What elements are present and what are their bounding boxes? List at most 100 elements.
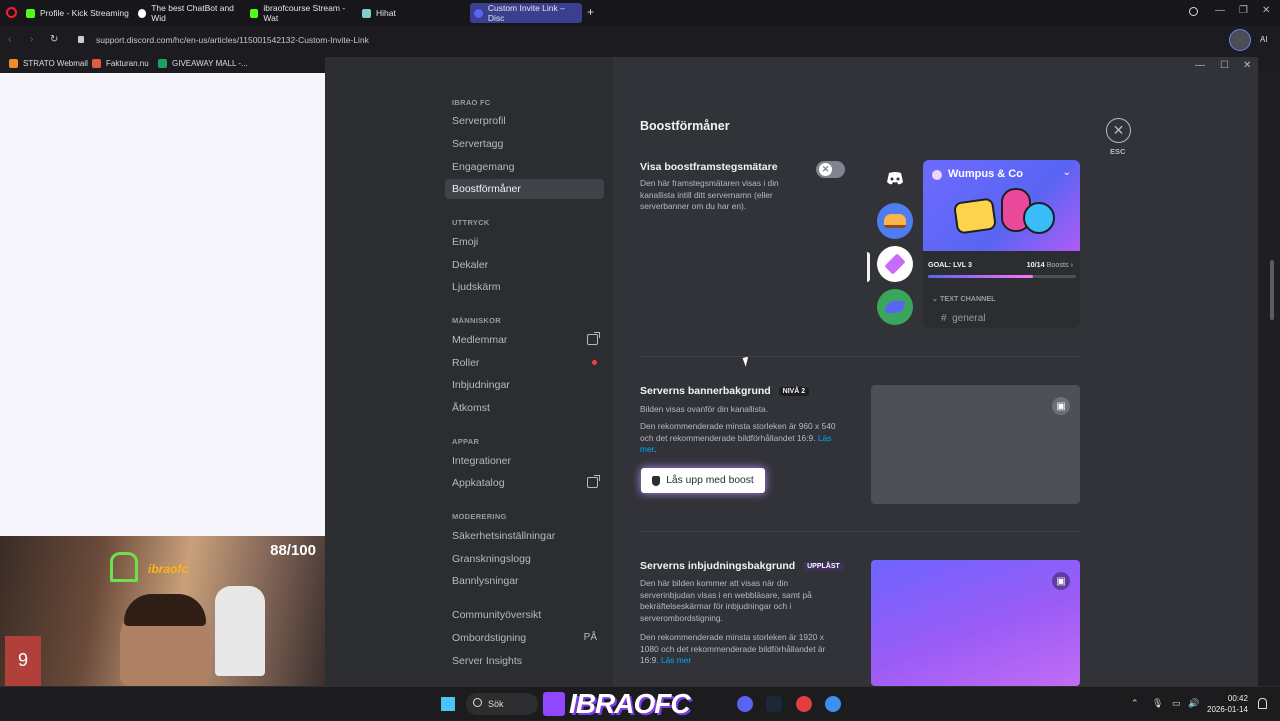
network-icon[interactable]: ▭ — [1172, 698, 1181, 709]
close-settings-button[interactable]: ✕ — [1106, 118, 1131, 143]
desc-line: mer. — [640, 444, 836, 456]
sidebar-item-serverprofil[interactable]: Serverprofil — [445, 111, 604, 131]
minimize-icon[interactable]: — — [1215, 5, 1225, 16]
sidebar-item-inbjudningar[interactable]: Inbjudningar — [445, 375, 604, 395]
system-clock[interactable]: 00:42 2026-01-14 — [1207, 693, 1248, 715]
search-icon[interactable] — [1189, 7, 1198, 16]
bookmark[interactable]: GIVEAWAY MALL -... — [158, 59, 248, 68]
desc-line: Den här bilden kommer att visas när din — [640, 578, 789, 588]
browser-tab[interactable]: The best ChatBot and Wid — [134, 3, 242, 23]
sidebar-item-engagemang[interactable]: Engagemang — [445, 157, 604, 177]
desc-line: 16:9. Läs mer — [640, 655, 825, 667]
sidebar-item-atkomst[interactable]: Åtkomst — [445, 398, 604, 418]
steam-taskbar-icon[interactable] — [766, 696, 782, 712]
twitch-icon — [543, 692, 565, 716]
app-taskbar-icon[interactable] — [796, 696, 812, 712]
banner-image-preview[interactable]: ▣ — [871, 385, 1080, 504]
jersey: 9 — [5, 636, 41, 686]
back-icon[interactable]: ‹ — [8, 34, 11, 45]
upload-image-icon[interactable]: ▣ — [1052, 572, 1070, 590]
page-scrollbar[interactable] — [1270, 260, 1274, 320]
boost-gem-icon — [652, 475, 661, 486]
opera-logo-icon[interactable] — [6, 7, 17, 18]
browser-tab[interactable]: Profile - Kick Streaming — [22, 3, 130, 23]
gem-server-icon — [877, 246, 913, 282]
web-page-background — [0, 73, 325, 536]
sidebar-item-granskningslogg[interactable]: Granskningslogg — [445, 549, 604, 569]
progress-bar-toggle[interactable]: ✕ — [816, 161, 845, 178]
maximize-icon[interactable]: ❐ — [1239, 5, 1248, 16]
ai-icon[interactable]: AI — [1260, 35, 1268, 44]
server-name: Wumpus & Co — [948, 168, 1023, 180]
windows-start-icon[interactable] — [441, 697, 455, 711]
fakturan-icon — [92, 59, 101, 68]
browser-tab[interactable]: Hihat — [358, 3, 458, 23]
giveaway-icon — [158, 59, 167, 68]
server-preview-card: Wumpus & Co ⌄ GOAL: LVL 3 10/14 Boosts ›… — [923, 160, 1080, 328]
chatbot-icon — [138, 8, 147, 18]
read-more-link[interactable]: Läs — [818, 433, 832, 443]
brand-text: IBRAOFC — [569, 688, 691, 719]
read-more-link[interactable]: mer — [640, 444, 654, 454]
kick-icon — [250, 8, 259, 18]
sidebar-item-ombordstigning[interactable]: Ombordstigning PÅ — [445, 628, 604, 648]
clock-time: 00:42 — [1227, 694, 1248, 703]
sidebar-item-sakerhetsinstallningar[interactable]: Säkerhetsinställningar — [445, 526, 604, 546]
desc-text: 16:9. — [640, 655, 659, 665]
taskbar-search[interactable]: Sök — [466, 693, 538, 715]
upload-image-icon[interactable]: ▣ — [1052, 397, 1070, 415]
sidebar-item-ljudskarm[interactable]: Ljudskärm — [445, 277, 604, 297]
mouse-cursor — [742, 356, 752, 367]
invite-bg-title: Serverns inbjudningsbakgrund UPPLÅST — [640, 560, 844, 572]
close-icon: ✕ — [1112, 122, 1125, 138]
unlock-with-boost-button[interactable]: Lås upp med boost — [641, 468, 765, 493]
sidebar-item-servertagg[interactable]: Servertagg — [445, 134, 604, 154]
microphone-icon[interactable]: 🎙 — [1152, 698, 1163, 709]
sidebar-item-label: Roller — [452, 357, 480, 369]
browser-tab-strip: Profile - Kick Streaming The best ChatBo… — [0, 0, 1280, 26]
sidebar-item-label: Ombordstigning — [452, 632, 527, 644]
forward-icon[interactable]: › — [30, 34, 33, 45]
desc-text: . — [653, 444, 657, 454]
app-taskbar-icon[interactable] — [825, 696, 841, 712]
sidebar-item-roller[interactable]: Roller — [445, 353, 604, 373]
tab-title: Custom Invite Link – Disc — [487, 3, 565, 23]
sidebar-item-appkatalog[interactable]: Appkatalog — [445, 473, 604, 493]
sidebar-item-emoji[interactable]: Emoji — [445, 232, 604, 252]
section-header: MODERERING — [452, 512, 507, 521]
invite-bg-description: Den här bilden kommer att visas när din … — [640, 578, 812, 624]
section-divider — [640, 531, 1080, 532]
bookmark-label: GIVEAWAY MALL -... — [172, 59, 248, 68]
volume-icon[interactable]: 🔊 — [1188, 698, 1199, 709]
new-tab-icon[interactable]: + — [587, 5, 594, 19]
browser-tab-active[interactable]: Custom Invite Link – Disc — [470, 3, 582, 23]
reload-icon[interactable]: ↻ — [50, 34, 58, 45]
strato-icon — [9, 59, 18, 68]
tray-chevron-icon[interactable]: ⌃ — [1131, 698, 1139, 709]
sidebar-item-label: Medlemmar — [452, 334, 508, 346]
hihat-icon — [362, 8, 371, 18]
sidebar-item-server-insights[interactable]: Server Insights — [445, 651, 604, 671]
read-more-link[interactable]: Läs mer — [661, 655, 691, 665]
sidebar-item-boostformaner[interactable]: Boostförmåner — [445, 179, 604, 199]
sidebar-item-dekaler[interactable]: Dekaler — [445, 255, 604, 275]
sidebar-item-communityoversikt[interactable]: Communityöversikt — [445, 605, 604, 625]
sidebar-item-bannlysningar[interactable]: Bannlysningar — [445, 571, 604, 591]
sidebar-item-integrationer[interactable]: Integrationer — [445, 451, 604, 471]
tab-title: Hihat — [376, 8, 396, 18]
bookmark[interactable]: Fakturan.nu — [92, 59, 149, 68]
boost-count-value: 10/14 — [1026, 260, 1045, 269]
discord-taskbar-icon[interactable] — [737, 696, 753, 712]
sidebar-item-medlemmar[interactable]: Medlemmar — [445, 330, 604, 350]
bookmark[interactable]: STRATO Webmail — [9, 59, 88, 68]
invite-image-preview[interactable]: ▣ — [871, 560, 1080, 686]
browser-tab[interactable]: ibraofcourse Stream - Wat — [246, 3, 356, 23]
profile-avatar[interactable] — [1229, 29, 1251, 51]
close-window-icon[interactable]: ✕ — [1262, 5, 1270, 16]
notifications-icon[interactable] — [1258, 698, 1267, 709]
url-field[interactable]: support.discord.com/hc/en-us/articles/11… — [96, 35, 369, 45]
desc-text: och det rekommenderade bildförhållandet … — [640, 432, 816, 443]
desc-line: Den rekommenderade minsta storleken är 9… — [640, 421, 836, 431]
settings-sidebar: IBRAO FC Serverprofil Servertagg Engagem… — [325, 57, 613, 686]
selected-server-indicator — [867, 252, 870, 282]
